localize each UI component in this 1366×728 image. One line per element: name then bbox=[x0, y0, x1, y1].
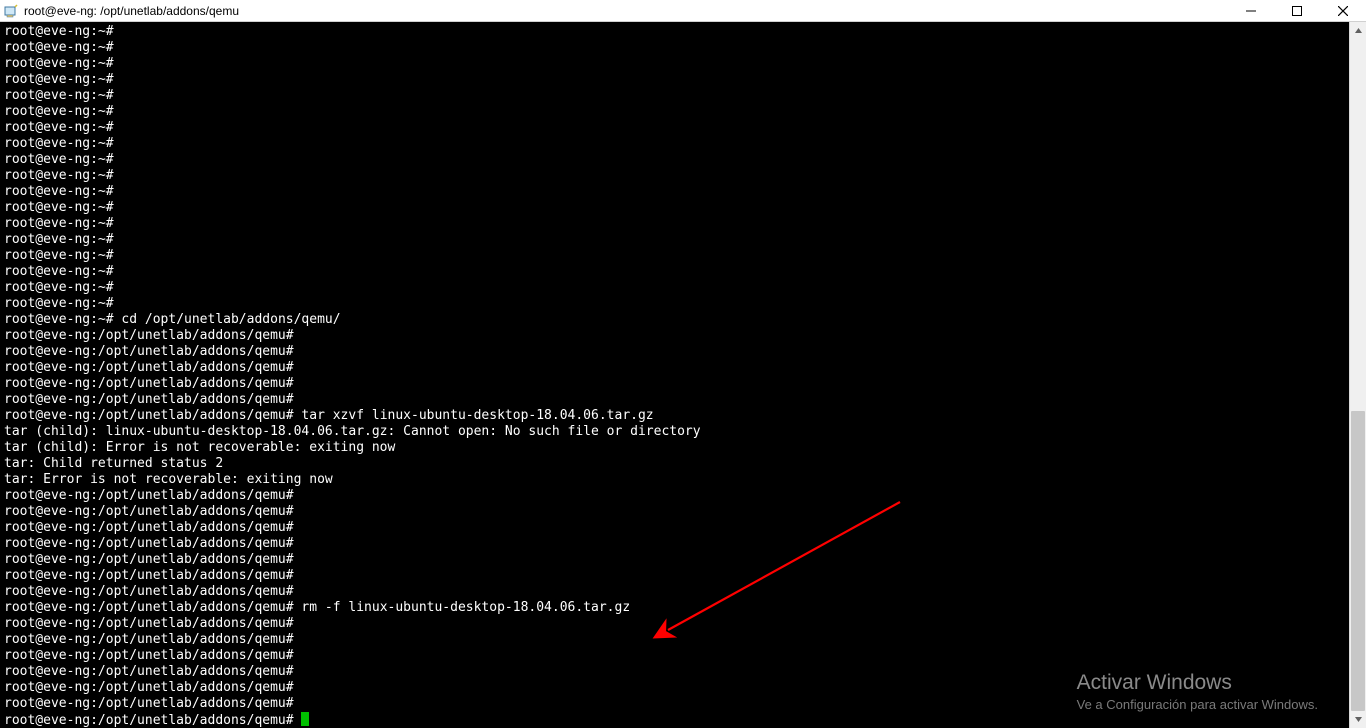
prompt: root@eve-ng:/opt/unetlab/addons/qemu# bbox=[4, 664, 294, 679]
prompt: root@eve-ng:/opt/unetlab/addons/qemu# bbox=[4, 344, 294, 359]
prompt: root@eve-ng:/opt/unetlab/addons/qemu# bbox=[4, 680, 294, 695]
vertical-scrollbar[interactable] bbox=[1349, 22, 1366, 728]
prompt: root@eve-ng:/opt/unetlab/addons/qemu# bbox=[4, 376, 294, 391]
scroll-thumb[interactable] bbox=[1351, 411, 1365, 711]
prompt: root@eve-ng:~# bbox=[4, 232, 114, 247]
prompt: root@eve-ng:/opt/unetlab/addons/qemu# bbox=[4, 408, 294, 423]
terminal-output[interactable]: root@eve-ng:~#root@eve-ng:~#root@eve-ng:… bbox=[0, 22, 1349, 728]
watermark-title: Activar Windows bbox=[1077, 671, 1318, 695]
command-tar: tar xzvf linux-ubuntu-desktop-18.04.06.t… bbox=[301, 408, 653, 423]
prompt: root@eve-ng:/opt/unetlab/addons/qemu# bbox=[4, 616, 294, 631]
prompt: root@eve-ng:~# bbox=[4, 136, 114, 151]
prompt: root@eve-ng:~# bbox=[4, 88, 114, 103]
command-cd: cd /opt/unetlab/addons/qemu/ bbox=[121, 312, 340, 327]
prompt: root@eve-ng:/opt/unetlab/addons/qemu# bbox=[4, 632, 294, 647]
putty-icon bbox=[2, 2, 20, 20]
prompt: root@eve-ng:/opt/unetlab/addons/qemu# bbox=[4, 648, 294, 663]
prompt: root@eve-ng:/opt/unetlab/addons/qemu# bbox=[4, 568, 294, 583]
close-button[interactable] bbox=[1320, 0, 1366, 21]
prompt: root@eve-ng:~# bbox=[4, 216, 114, 231]
prompt: root@eve-ng:~# bbox=[4, 152, 114, 167]
prompt: root@eve-ng:~# bbox=[4, 120, 114, 135]
prompt: root@eve-ng:/opt/unetlab/addons/qemu# bbox=[4, 713, 294, 728]
window-controls bbox=[1228, 0, 1366, 21]
window-title: root@eve-ng: /opt/unetlab/addons/qemu bbox=[24, 4, 239, 18]
scroll-track[interactable] bbox=[1350, 39, 1366, 711]
error-line: tar (child): linux-ubuntu-desktop-18.04.… bbox=[4, 424, 701, 439]
prompt: root@eve-ng:~# bbox=[4, 184, 114, 199]
prompt: root@eve-ng:/opt/unetlab/addons/qemu# bbox=[4, 536, 294, 551]
error-line: tar: Child returned status 2 bbox=[4, 456, 223, 471]
prompt: root@eve-ng:/opt/unetlab/addons/qemu# bbox=[4, 360, 294, 375]
watermark-subtitle: Ve a Configuración para activar Windows. bbox=[1077, 697, 1318, 712]
prompt: root@eve-ng:~# bbox=[4, 104, 114, 119]
prompt: root@eve-ng:/opt/unetlab/addons/qemu# bbox=[4, 520, 294, 535]
prompt: root@eve-ng:~# bbox=[4, 24, 114, 39]
minimize-button[interactable] bbox=[1228, 0, 1274, 21]
prompt: root@eve-ng:~# bbox=[4, 296, 114, 311]
prompt: root@eve-ng:/opt/unetlab/addons/qemu# bbox=[4, 392, 294, 407]
prompt: root@eve-ng:~# bbox=[4, 72, 114, 87]
window-titlebar: root@eve-ng: /opt/unetlab/addons/qemu bbox=[0, 0, 1366, 22]
command-rm: rm -f linux-ubuntu-desktop-18.04.06.tar.… bbox=[301, 600, 630, 615]
prompt: root@eve-ng:/opt/unetlab/addons/qemu# bbox=[4, 488, 294, 503]
prompt: root@eve-ng:~# bbox=[4, 312, 114, 327]
error-line: tar: Error is not recoverable: exiting n… bbox=[4, 472, 333, 487]
scroll-down-button[interactable] bbox=[1350, 711, 1366, 728]
prompt: root@eve-ng:~# bbox=[4, 200, 114, 215]
terminal-window: root@eve-ng:~#root@eve-ng:~#root@eve-ng:… bbox=[0, 22, 1366, 728]
prompt: root@eve-ng:~# bbox=[4, 40, 114, 55]
windows-activation-watermark: Activar Windows Ve a Configuración para … bbox=[1077, 671, 1318, 712]
prompt: root@eve-ng:~# bbox=[4, 248, 114, 263]
prompt: root@eve-ng:~# bbox=[4, 56, 114, 71]
prompt: root@eve-ng:~# bbox=[4, 168, 114, 183]
prompt: root@eve-ng:/opt/unetlab/addons/qemu# bbox=[4, 584, 294, 599]
terminal-cursor bbox=[301, 712, 309, 726]
scroll-up-button[interactable] bbox=[1350, 22, 1366, 39]
prompt: root@eve-ng:~# bbox=[4, 264, 114, 279]
prompt: root@eve-ng:/opt/unetlab/addons/qemu# bbox=[4, 328, 294, 343]
prompt: root@eve-ng:/opt/unetlab/addons/qemu# bbox=[4, 552, 294, 567]
prompt: root@eve-ng:/opt/unetlab/addons/qemu# bbox=[4, 696, 294, 711]
error-line: tar (child): Error is not recoverable: e… bbox=[4, 440, 395, 455]
prompt: root@eve-ng:/opt/unetlab/addons/qemu# bbox=[4, 600, 294, 615]
prompt: root@eve-ng:/opt/unetlab/addons/qemu# bbox=[4, 504, 294, 519]
maximize-button[interactable] bbox=[1274, 0, 1320, 21]
prompt: root@eve-ng:~# bbox=[4, 280, 114, 295]
